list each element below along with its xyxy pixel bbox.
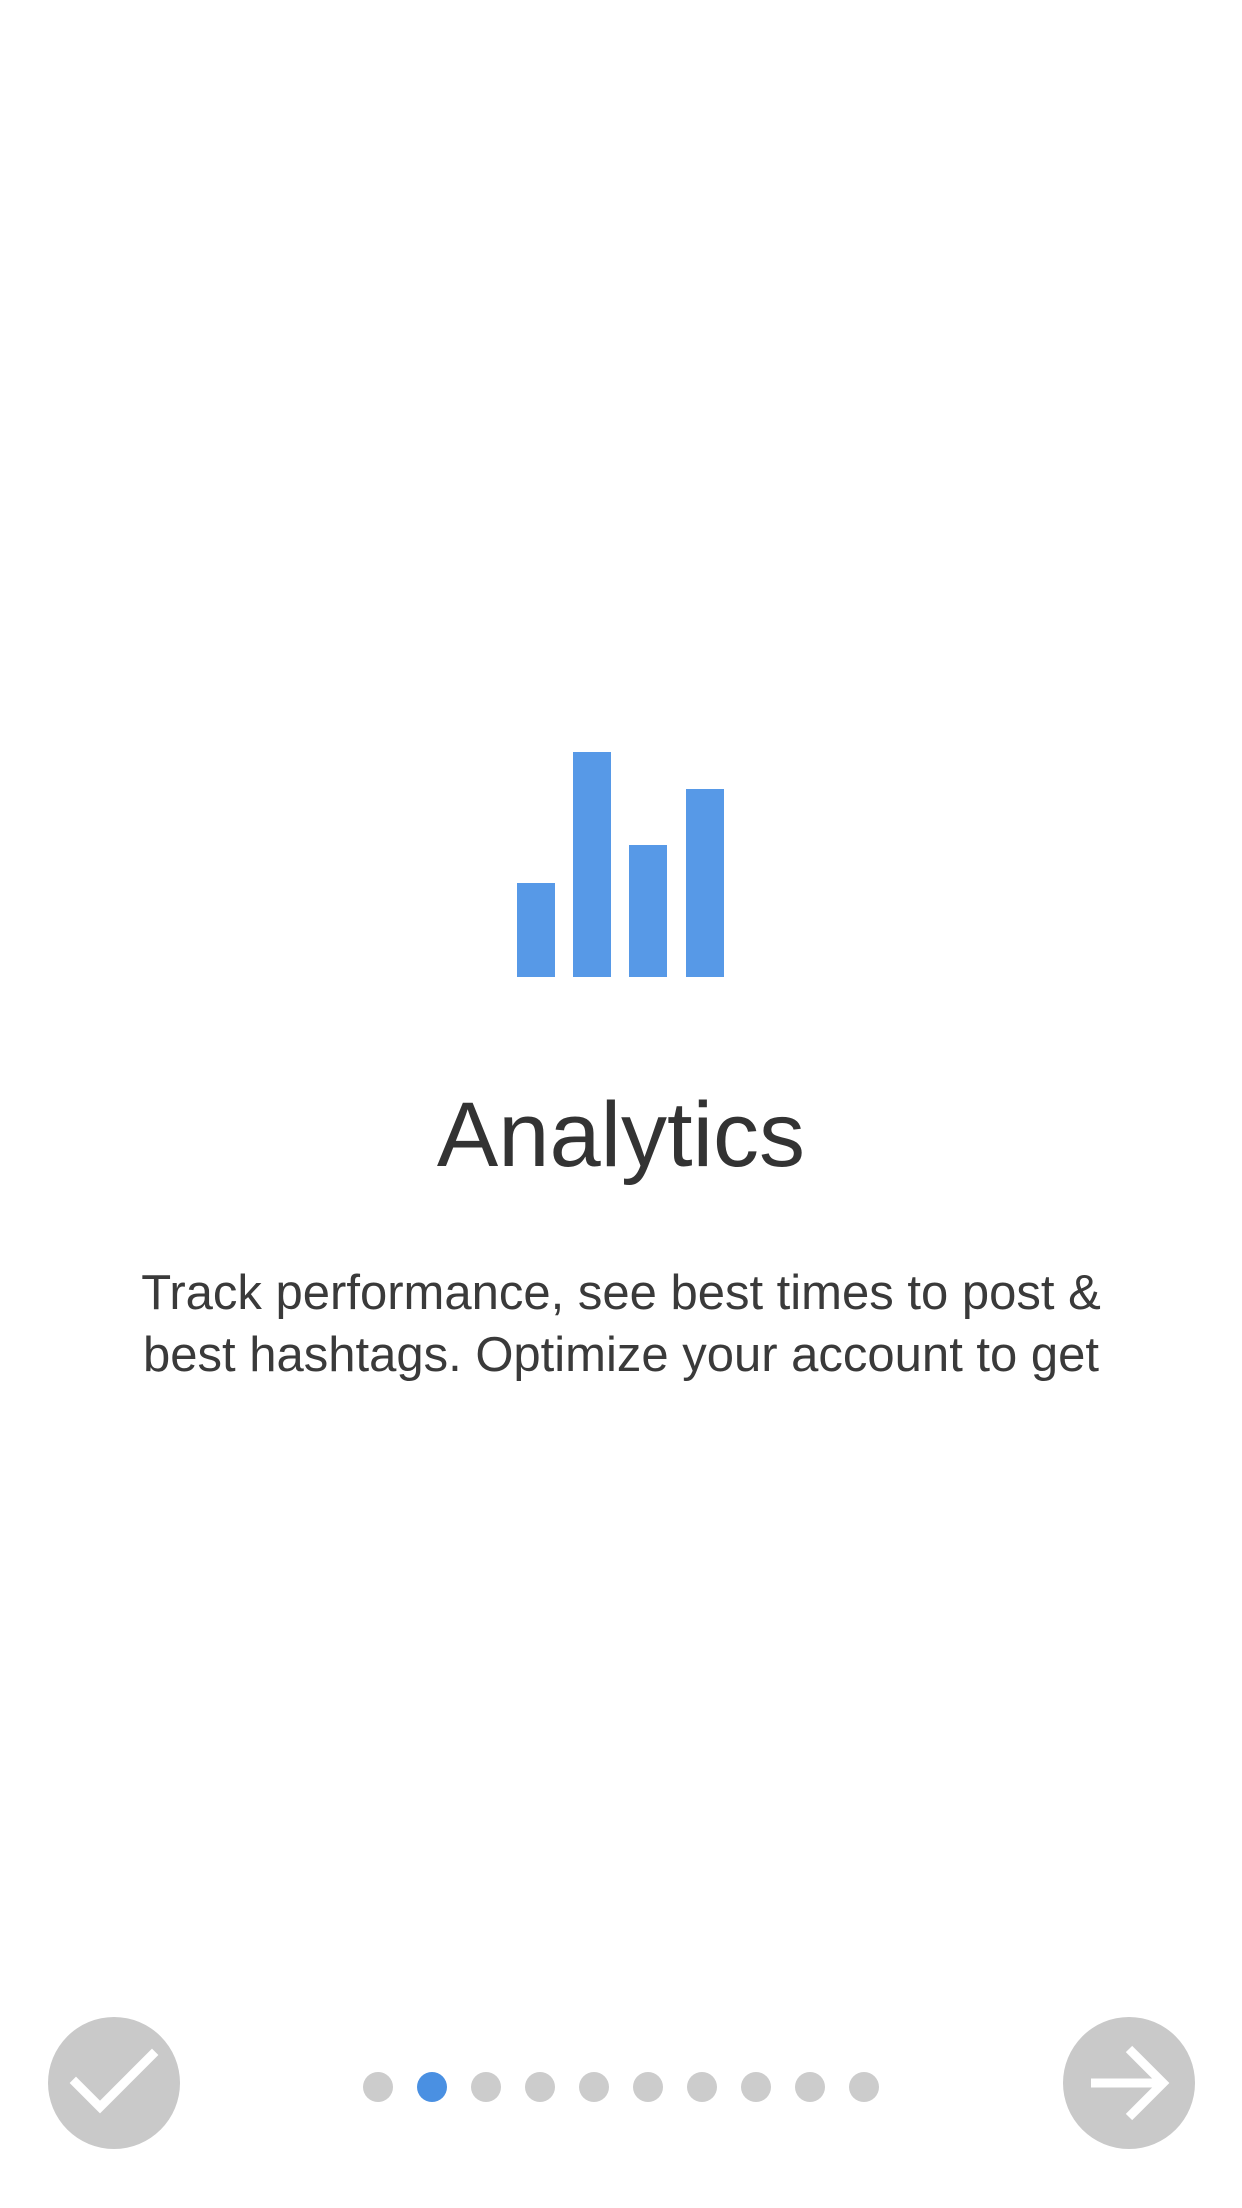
page-dot-5[interactable]: [579, 2072, 609, 2102]
page-dot-4[interactable]: [525, 2072, 555, 2102]
next-button[interactable]: [1063, 2017, 1195, 2149]
bar-chart-icon-bar-1: [517, 883, 555, 977]
bar-chart-icon-bar-4: [686, 789, 724, 977]
done-button[interactable]: [48, 2017, 180, 2149]
page-description: Track performance, see best times to pos…: [141, 1266, 1101, 1382]
page-dot-3[interactable]: [471, 2072, 501, 2102]
bar-chart-icon-bar-3: [629, 845, 667, 977]
page-dot-6[interactable]: [633, 2072, 663, 2102]
page-title: Analytics: [436, 1084, 806, 1186]
arrow-right-icon: [1091, 2045, 1170, 2121]
page-dot-10[interactable]: [849, 2072, 879, 2102]
checkmark-icon: [69, 2048, 159, 2114]
page-dot-1[interactable]: [363, 2072, 393, 2102]
bar-chart-icon-bar-2: [573, 752, 611, 977]
page-dot-7[interactable]: [687, 2072, 717, 2102]
bar-chart-icon: [517, 752, 724, 977]
page-dot-9[interactable]: [795, 2072, 825, 2102]
page-dot-2-active[interactable]: [417, 2072, 447, 2102]
page-dot-8[interactable]: [741, 2072, 771, 2102]
